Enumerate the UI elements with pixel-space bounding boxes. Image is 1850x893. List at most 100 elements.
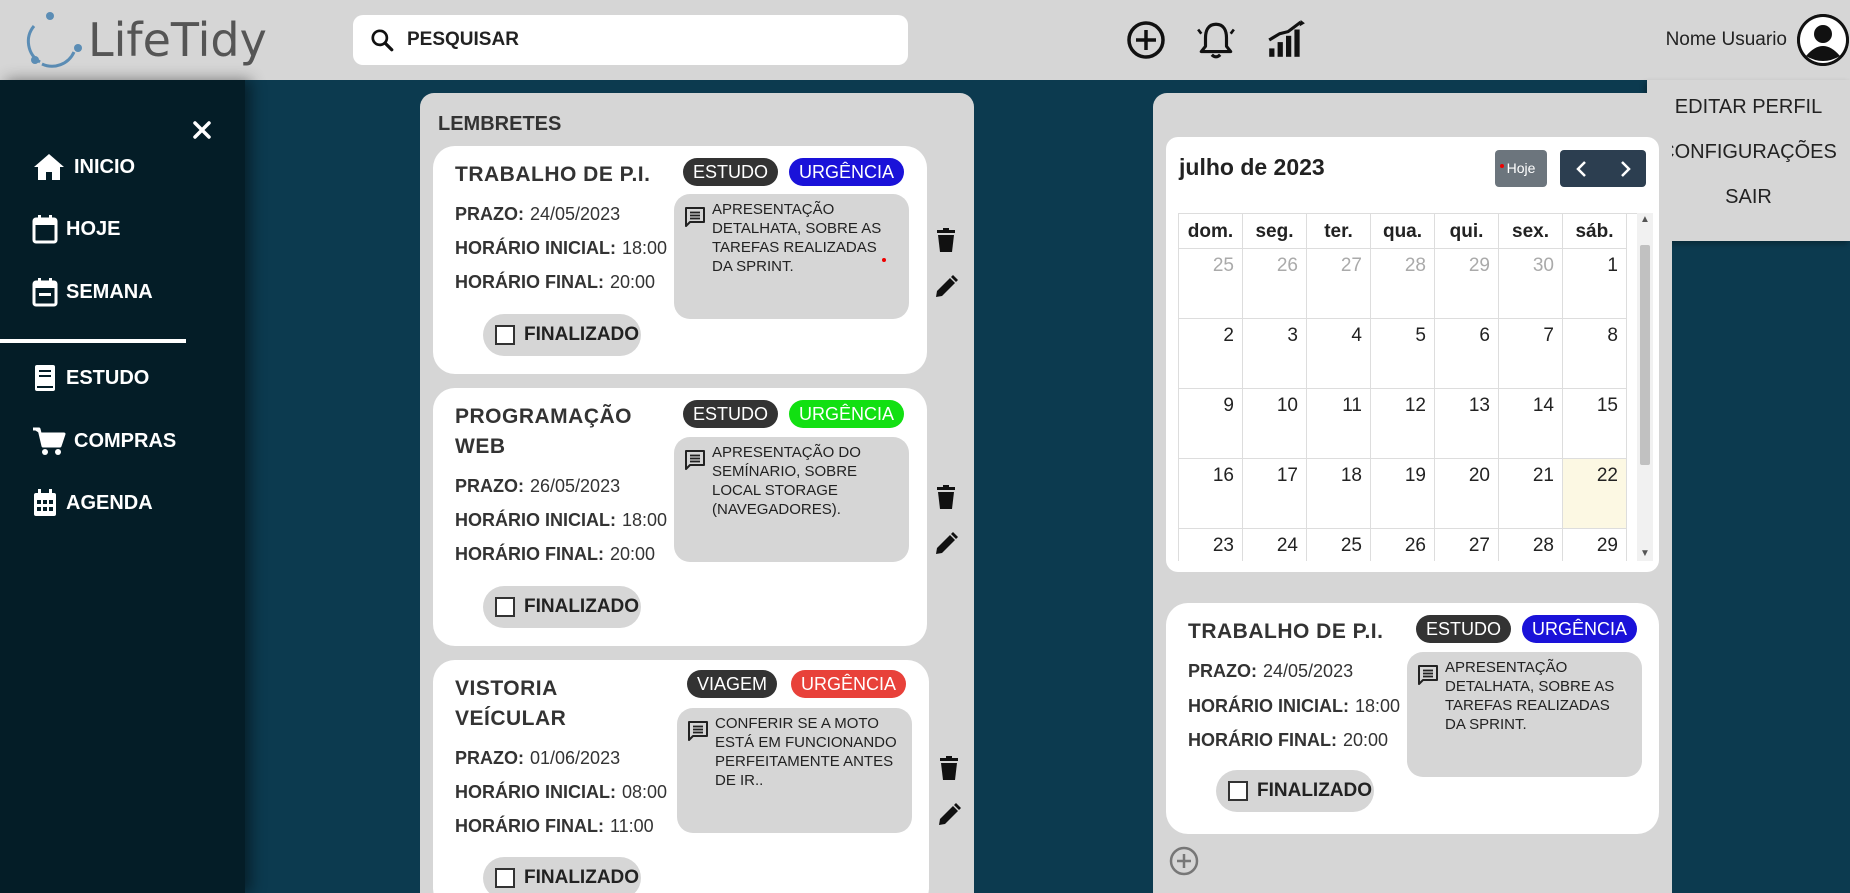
weekday-header-cell: ter. [1307, 214, 1371, 249]
note-text: APRESENTAÇÃO DETALHATA, SOBRE AS TAREFAS… [712, 201, 882, 275]
calendar-day[interactable]: 14 [1499, 389, 1563, 459]
calendar-day[interactable]: 18 [1307, 459, 1371, 529]
panel-title: LEMBRETES [438, 113, 562, 135]
calendar-day[interactable]: 16 [1179, 459, 1243, 529]
reminder-card: TRABALHO DE P.I. ESTUDO URGÊNCIA PRAZO: 2… [433, 146, 927, 374]
calendar-day[interactable]: 28 [1499, 529, 1563, 561]
calendar-day[interactable]: 28 [1371, 249, 1435, 319]
checkbox-box[interactable] [495, 325, 515, 345]
reminder-title: TRABALHO DE P.I. [455, 163, 651, 186]
calendar-day[interactable]: 27 [1307, 249, 1371, 319]
edit-icon[interactable] [933, 531, 959, 557]
finalizado-checkbox[interactable]: FINALIZADO [483, 314, 641, 356]
user-profile[interactable]: Nome Usuario [1666, 8, 1850, 72]
top-bar: LifeTidy PESQUISAR Nome Usuario [0, 0, 1850, 80]
calendar-day[interactable]: 29 [1563, 529, 1627, 561]
search-bar[interactable] [353, 15, 908, 65]
urgency-badge: URGÊNCIA [789, 158, 905, 186]
edit-icon[interactable] [933, 274, 959, 300]
next-month-button[interactable] [1603, 150, 1646, 187]
calendar-day[interactable]: 27 [1435, 529, 1499, 561]
sidebar-item-compras[interactable]: COMPRAS [32, 426, 176, 456]
prev-month-button[interactable] [1560, 150, 1603, 187]
calendar-day[interactable]: 8 [1563, 319, 1627, 389]
menu-item-editar-perfil[interactable]: EDITAR PERFIL [1647, 92, 1850, 137]
search-input[interactable] [407, 29, 887, 51]
calendar-day[interactable]: 30 [1499, 249, 1563, 319]
calendar-day[interactable]: 22 [1563, 459, 1627, 529]
calendar-day[interactable]: 23 [1179, 529, 1243, 561]
checkbox-box[interactable] [495, 597, 515, 617]
trash-icon[interactable] [936, 755, 962, 781]
sidebar-item-agenda[interactable]: AGENDA [32, 488, 153, 518]
sidebar-item-inicio[interactable]: INICIO [32, 152, 135, 182]
calendar-day[interactable]: 17 [1243, 459, 1307, 529]
cart-icon [33, 427, 66, 455]
chart-icon[interactable] [1262, 16, 1310, 64]
sidebar-item-label: COMPRAS [74, 429, 177, 452]
calendar-day[interactable]: 25 [1179, 249, 1243, 319]
calendar-title: julho de 2023 [1179, 154, 1325, 180]
calendar-day[interactable]: 20 [1435, 459, 1499, 529]
scroll-thumb[interactable] [1640, 245, 1650, 465]
calendar-day[interactable]: 7 [1499, 319, 1563, 389]
reminder-title: PROGRAMAÇÃO WEB [455, 405, 632, 458]
checkbox-box[interactable] [495, 868, 515, 888]
calendar-scrollbar[interactable]: ▲ ▼ [1637, 213, 1653, 561]
calendar-day[interactable]: 4 [1307, 319, 1371, 389]
note-text: APRESENTAÇÃO DETALHATA, SOBRE AS TAREFAS… [1445, 659, 1615, 733]
calendar-day[interactable]: 26 [1243, 249, 1307, 319]
calendar-day[interactable]: 29 [1435, 249, 1499, 319]
category-badge: ESTUDO [683, 158, 779, 186]
scroll-down-icon[interactable]: ▼ [1637, 547, 1653, 561]
avatar[interactable] [1797, 14, 1849, 66]
weekday-header-cell: qua. [1371, 214, 1435, 249]
calendar-day[interactable]: 25 [1307, 529, 1371, 561]
menu-item-configuracoes[interactable]: CONFIGURAÇÕES [1647, 137, 1850, 182]
calendar-day[interactable]: 3 [1243, 319, 1307, 389]
calendar-day[interactable]: 11 [1307, 389, 1371, 459]
calendar-day[interactable]: 24 [1243, 529, 1307, 561]
close-icon[interactable] [188, 116, 216, 144]
logo[interactable]: LifeTidy [20, 8, 267, 72]
bell-icon[interactable] [1192, 16, 1240, 64]
today-label: Hoje [1506, 160, 1536, 176]
deadline-field: PRAZO: 01/06/2023 [455, 748, 621, 768]
calendar-day[interactable]: 15 [1563, 389, 1627, 459]
calendar-day[interactable]: 2 [1179, 319, 1243, 389]
calendar-day[interactable]: 12 [1371, 389, 1435, 459]
trash-icon[interactable] [933, 484, 959, 510]
calendar-day[interactable]: 10 [1243, 389, 1307, 459]
weekday-header-cell: dom. [1179, 214, 1243, 249]
calendar-day[interactable]: 6 [1435, 319, 1499, 389]
calendar-day[interactable]: 21 [1499, 459, 1563, 529]
urgency-badge: URGÊNCIA [789, 400, 905, 428]
add-circle-icon[interactable] [1122, 16, 1170, 64]
sidebar-divider [0, 339, 186, 343]
calendar-day[interactable]: 19 [1371, 459, 1435, 529]
calendar-day[interactable]: 1 [1563, 249, 1627, 319]
calendar-panel: julho de 2023 Hoje dom. seg. ter. qua. qui. s… [1153, 93, 1672, 893]
menu-item-sair[interactable]: SAIR [1647, 182, 1850, 227]
finalizado-checkbox[interactable]: FINALIZADO [483, 586, 641, 628]
sidebar-item-estudo[interactable]: ESTUDO [32, 363, 149, 393]
sidebar-item-semana[interactable]: SEMANA [32, 277, 153, 307]
scroll-up-icon[interactable]: ▲ [1637, 213, 1653, 227]
sidebar-item-hoje[interactable]: HOJE [32, 214, 120, 244]
urgency-badge: URGÊNCIA [791, 670, 907, 698]
calendar-day[interactable]: 5 [1371, 319, 1435, 389]
weekday-header-cell: sex. [1499, 214, 1563, 249]
add-circle-icon[interactable] [1168, 845, 1200, 877]
finalizado-checkbox[interactable]: FINALIZADO [1216, 770, 1374, 812]
today-button[interactable]: Hoje [1495, 150, 1547, 187]
checkbox-box[interactable] [1228, 781, 1248, 801]
calendar-day[interactable]: 26 [1371, 529, 1435, 561]
edit-icon[interactable] [936, 802, 962, 828]
finalizado-checkbox[interactable]: FINALIZADO [483, 857, 641, 893]
comment-icon [685, 450, 705, 470]
calendar-day[interactable]: 13 [1435, 389, 1499, 459]
trash-icon[interactable] [933, 227, 959, 253]
end-time-field: HORÁRIO FINAL: 20:00 [455, 544, 656, 564]
note-box: APRESENTAÇÃO DO SEMÍNARIO, SOBRE LOCAL S… [674, 437, 909, 562]
calendar-day[interactable]: 9 [1179, 389, 1243, 459]
